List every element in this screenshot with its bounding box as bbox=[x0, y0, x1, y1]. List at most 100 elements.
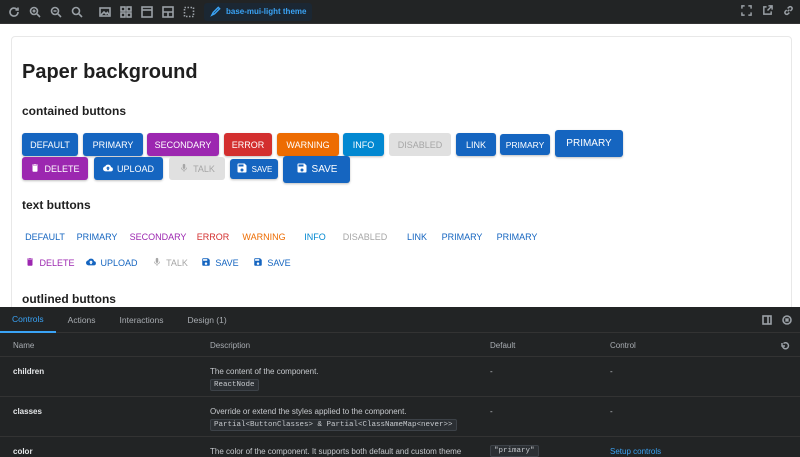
mic-icon bbox=[152, 257, 162, 269]
outlined-heading: outlined buttons bbox=[22, 292, 116, 306]
button-label: Primary bbox=[496, 232, 538, 242]
cloud-upload-icon bbox=[103, 163, 113, 175]
zoom-reset-icon[interactable] bbox=[70, 5, 84, 19]
text-secondary-button[interactable]: Secondary bbox=[129, 228, 187, 246]
button-label: Link bbox=[406, 232, 427, 242]
button-label: Upload bbox=[116, 163, 154, 174]
grid-icon[interactable] bbox=[119, 5, 133, 19]
button-label: Error bbox=[231, 139, 265, 150]
controls-table-header: Name Description Default Control bbox=[0, 333, 800, 357]
contained-link-button[interactable]: Link bbox=[456, 133, 496, 156]
button-label: Disabled bbox=[397, 139, 443, 150]
save-icon bbox=[236, 162, 248, 176]
tab-interactions[interactable]: Interactions bbox=[108, 307, 176, 333]
button-label: Save bbox=[215, 258, 239, 268]
tab-design[interactable]: Design (1) bbox=[175, 307, 238, 333]
fullscreen-icon[interactable] bbox=[741, 5, 752, 16]
contained-secondary-button[interactable]: Secondary bbox=[147, 133, 219, 156]
trash-icon bbox=[30, 163, 40, 175]
table-row: color The color of the component. It sup… bbox=[13, 445, 662, 457]
text-link-button[interactable]: Link bbox=[402, 228, 432, 246]
button-label: Talk bbox=[193, 163, 215, 174]
measure-icon[interactable] bbox=[182, 5, 196, 19]
text-save-button[interactable]: Save bbox=[248, 254, 296, 272]
zoom-out-icon[interactable] bbox=[49, 5, 63, 19]
trash-icon bbox=[25, 257, 35, 269]
text-save-button[interactable]: Save bbox=[198, 254, 242, 272]
close-icon[interactable] bbox=[782, 315, 792, 325]
storybook-toolbar: base-mui-light theme bbox=[0, 0, 800, 24]
text-warning-button[interactable]: Warning bbox=[240, 228, 288, 246]
button-label: Default bbox=[30, 139, 70, 150]
contained-primary-button[interactable]: Primary bbox=[555, 130, 623, 157]
button-label: Delete bbox=[44, 163, 80, 174]
cloud-upload-icon bbox=[86, 257, 97, 269]
contained-delete-button[interactable]: Delete bbox=[22, 157, 88, 180]
text-primary-button[interactable]: Primary bbox=[440, 228, 484, 246]
contained-primary-button[interactable]: Primary bbox=[83, 133, 143, 156]
reset-icon[interactable] bbox=[780, 341, 790, 351]
text-talk-button[interactable]: Talk bbox=[148, 254, 192, 272]
text-primary-button[interactable]: Primary bbox=[76, 228, 118, 246]
addons-panel: Controls Actions Interactions Design (1)… bbox=[0, 307, 800, 457]
tab-controls[interactable]: Controls bbox=[0, 307, 56, 333]
table-row: children The content of the component. R… bbox=[0, 357, 800, 397]
text-heading: text buttons bbox=[22, 198, 91, 212]
column-name: Name bbox=[13, 341, 35, 350]
button-label: Secondary bbox=[129, 232, 187, 242]
addons-tabs: Controls Actions Interactions Design (1) bbox=[0, 307, 800, 333]
button-label: Primary bbox=[566, 138, 612, 149]
contained-save-button[interactable]: Save bbox=[230, 159, 278, 179]
column-description: Description bbox=[210, 341, 251, 350]
paper-surface: Paper background contained buttons Defau… bbox=[11, 36, 792, 307]
open-new-icon[interactable] bbox=[762, 5, 773, 16]
text-info-button[interactable]: Info bbox=[298, 228, 332, 246]
contained-info-button[interactable]: Info bbox=[343, 133, 384, 156]
button-label: Primary bbox=[92, 139, 134, 150]
save-icon bbox=[253, 257, 263, 269]
text-error-button[interactable]: Error bbox=[196, 228, 230, 246]
outline-icon[interactable] bbox=[161, 5, 175, 19]
button-label: Delete bbox=[39, 258, 75, 268]
button-label: Link bbox=[465, 139, 486, 150]
button-label: Secondary bbox=[154, 139, 212, 150]
contained-save-button[interactable]: Save bbox=[283, 156, 350, 183]
text-default-button[interactable]: Default bbox=[22, 228, 68, 246]
zoom-in-icon[interactable] bbox=[28, 5, 42, 19]
contained-warning-button[interactable]: Warning bbox=[277, 133, 339, 156]
link-icon[interactable] bbox=[783, 5, 794, 16]
image-icon[interactable] bbox=[98, 5, 112, 19]
button-label: Error bbox=[196, 232, 230, 242]
contained-primary-button[interactable]: Primary bbox=[500, 134, 550, 155]
text-primary-button[interactable]: Primary bbox=[494, 228, 540, 246]
button-label: Info bbox=[304, 232, 326, 242]
contained-error-button[interactable]: Error bbox=[224, 133, 272, 156]
button-label: Save bbox=[251, 164, 273, 174]
refresh-icon[interactable] bbox=[7, 5, 21, 19]
layout-icon[interactable] bbox=[140, 5, 154, 19]
button-label: Save bbox=[267, 258, 291, 268]
column-control: Control bbox=[610, 341, 636, 350]
button-label: Save bbox=[311, 164, 338, 175]
paintbrush-icon bbox=[210, 6, 221, 17]
save-icon bbox=[296, 162, 308, 177]
mic-icon bbox=[179, 163, 189, 175]
theme-label: base-mui-light theme bbox=[226, 7, 307, 16]
text-disabled-button[interactable]: Disabled bbox=[340, 228, 390, 246]
tab-actions[interactable]: Actions bbox=[56, 307, 108, 333]
button-label: Disabled bbox=[342, 232, 388, 242]
panel-orientation-icon[interactable] bbox=[762, 315, 772, 325]
button-label: Warning bbox=[286, 139, 330, 150]
contained-disabled-button[interactable]: Disabled bbox=[389, 133, 451, 156]
theme-selector[interactable]: base-mui-light theme bbox=[204, 2, 313, 21]
text-delete-button[interactable]: Delete bbox=[22, 254, 78, 272]
contained-default-button[interactable]: Default bbox=[22, 133, 78, 156]
contained-talk-button[interactable]: Talk bbox=[169, 157, 225, 180]
text-upload-button[interactable]: Upload bbox=[84, 254, 140, 272]
button-label: Primary bbox=[76, 232, 118, 242]
page-title: Paper background bbox=[22, 61, 198, 83]
button-label: Upload bbox=[100, 258, 138, 268]
button-label: Info bbox=[352, 139, 375, 150]
contained-upload-button[interactable]: Upload bbox=[94, 157, 163, 180]
column-default: Default bbox=[490, 341, 516, 350]
